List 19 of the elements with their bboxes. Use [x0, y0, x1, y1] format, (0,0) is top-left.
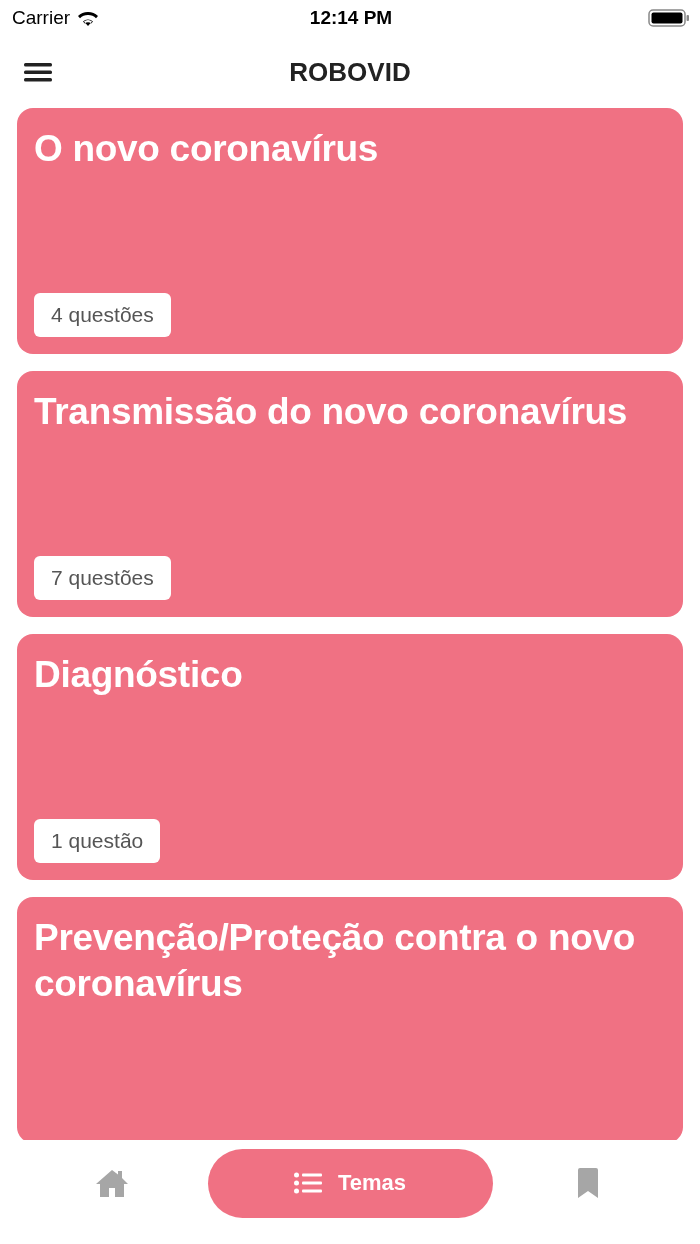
wifi-icon	[76, 9, 101, 27]
topic-card[interactable]: O novo coronavírus 4 questões	[17, 108, 683, 354]
battery-icon	[648, 8, 690, 28]
question-count: 1 questão	[34, 819, 161, 863]
list-icon	[293, 1172, 322, 1194]
topic-title: Prevenção/Proteção contra o novo coronavírus	[34, 916, 637, 1006]
menu-icon[interactable]	[24, 60, 52, 84]
carrier-label: Carrier	[12, 7, 71, 29]
app-title: ROBOVID	[289, 56, 411, 88]
topic-title: Transmissão do novo coronavírus	[34, 390, 629, 434]
topic-card[interactable]: Transmissão do novo coronavírus 7 questões	[17, 371, 683, 617]
bookmark-icon	[577, 1168, 599, 1198]
question-count: 7 questões	[34, 556, 171, 600]
topic-title: O novo coronavírus	[34, 127, 380, 171]
home-icon	[95, 1168, 129, 1198]
status-time: 12:14 PM	[309, 7, 393, 29]
question-count: 4 questões	[34, 293, 171, 337]
topic-title: Diagnóstico	[34, 653, 244, 697]
topic-card[interactable]: Diagnóstico 1 questão	[17, 634, 683, 880]
